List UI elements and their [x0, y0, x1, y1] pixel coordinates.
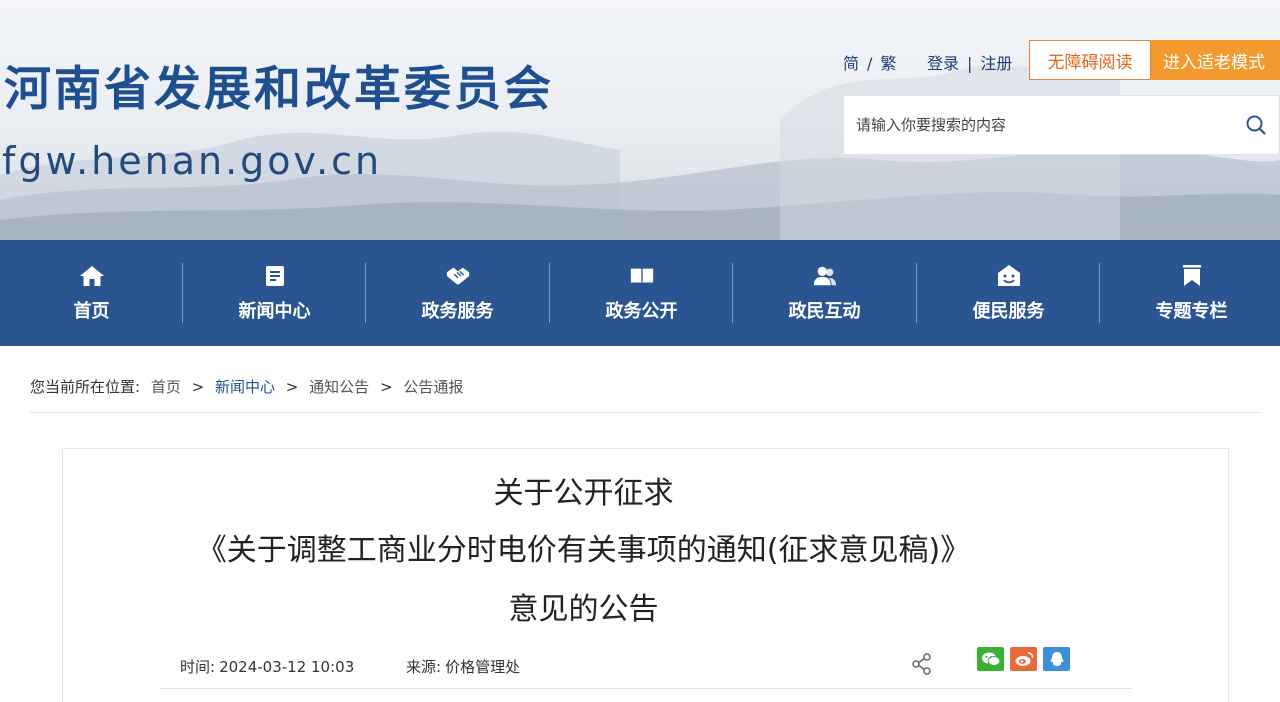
- article-time: 时间: 2024-03-12 10:03: [180, 656, 354, 677]
- main-nav: 首页 新闻中心 政务服务 政务公开 政民互动 便民服务 专题专栏: [0, 240, 1280, 346]
- login-link[interactable]: 登录: [927, 50, 959, 74]
- breadcrumb-bulletin[interactable]: 公告通报: [403, 378, 463, 396]
- breadcrumb-prefix: 您当前所在位置:: [30, 378, 141, 396]
- nav-item-convenience[interactable]: 便民服务: [917, 240, 1100, 346]
- nav-label: 首页: [73, 301, 110, 322]
- nav-label: 政务服务: [421, 301, 494, 322]
- handshake-icon: [445, 263, 471, 289]
- elder-mode-button[interactable]: 进入适老模式: [1151, 40, 1280, 80]
- nav-item-news[interactable]: 新闻中心: [183, 240, 366, 346]
- article-title-line2: 《关于调整工商业分时电价有关事项的通知(征求意见稿)》: [196, 533, 971, 568]
- nav-item-interaction[interactable]: 政民互动: [733, 240, 916, 346]
- site-header: 河南省发展和改革委员会 fgw.henan.gov.cn 简 / 繁 登录 | 注册 无…: [0, 0, 1280, 240]
- site-domain: fgw.henan.gov.cn: [2, 139, 383, 183]
- article-title-line3: 意见的公告: [508, 592, 659, 627]
- article-source: 来源: 价格管理处: [406, 656, 520, 677]
- auth-links: 登录 | 注册: [927, 50, 1012, 74]
- share-icon[interactable]: [910, 652, 934, 676]
- lang-traditional-link[interactable]: 繁: [880, 50, 896, 74]
- article-title-line1: 关于公开征求: [493, 476, 674, 511]
- lang-simplified-link[interactable]: 简: [843, 50, 859, 74]
- lang-separator: /: [867, 54, 873, 73]
- nav-item-gov-open[interactable]: 政务公开: [550, 240, 733, 346]
- qq-share-icon[interactable]: [1043, 647, 1070, 671]
- breadcrumb-divider: [30, 412, 1261, 413]
- site-title[interactable]: 河南省发展和改革委员会: [4, 50, 554, 119]
- search-icon: [1246, 115, 1266, 135]
- breadcrumb-separator: >: [379, 378, 393, 396]
- nav-label: 便民服务: [972, 301, 1045, 322]
- nav-label: 政务公开: [605, 301, 678, 322]
- nav-item-gov-service[interactable]: 政务服务: [366, 240, 549, 346]
- breadcrumb-home[interactable]: 首页: [151, 378, 181, 396]
- news-icon: [262, 263, 288, 289]
- search-button[interactable]: [1232, 95, 1280, 155]
- time-value: 2024-03-12 10:03: [219, 658, 355, 676]
- time-label: 时间:: [180, 658, 216, 676]
- weibo-share-icon[interactable]: [1010, 647, 1037, 671]
- register-link[interactable]: 注册: [980, 50, 1012, 74]
- search-box: [843, 95, 1280, 155]
- nav-item-home[interactable]: 首页: [0, 240, 183, 346]
- nav-label: 新闻中心: [238, 301, 311, 322]
- auth-separator: |: [967, 54, 973, 73]
- breadcrumb-separator: >: [191, 378, 205, 396]
- book-icon: [629, 263, 655, 289]
- breadcrumb: 您当前所在位置: 首页 > 新闻中心 > 通知公告 > 公告通报: [30, 376, 463, 397]
- nav-label: 专题专栏: [1155, 301, 1228, 322]
- bookmark-icon: [1179, 263, 1205, 289]
- language-switch: 简 / 繁: [843, 50, 896, 74]
- meta-divider: [160, 688, 1132, 689]
- search-input[interactable]: [844, 96, 1234, 154]
- source-label: 来源:: [406, 658, 442, 676]
- nav-item-special[interactable]: 专题专栏: [1100, 240, 1280, 346]
- accessible-reading-button[interactable]: 无障碍阅读: [1029, 40, 1151, 80]
- wechat-share-icon[interactable]: [977, 647, 1004, 671]
- home-icon: [79, 263, 105, 289]
- source-value: 价格管理处: [445, 658, 521, 676]
- smiley-house-icon: [996, 263, 1022, 289]
- breadcrumb-notices[interactable]: 通知公告: [309, 378, 369, 396]
- breadcrumb-news[interactable]: 新闻中心: [215, 378, 275, 396]
- breadcrumb-separator: >: [285, 378, 299, 396]
- people-icon: [812, 263, 838, 289]
- nav-label: 政民互动: [788, 301, 861, 322]
